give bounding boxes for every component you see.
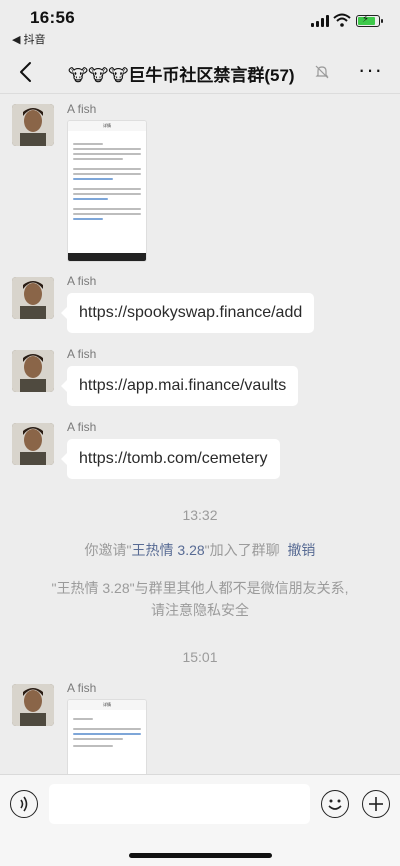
invitee-link[interactable]: 王热情 3.28 <box>132 542 205 558</box>
chat-title: 🐮🐮🐮巨牛币社区禁言群(57) <box>68 66 295 85</box>
privacy-line-2: 请注意隐私安全 <box>151 602 249 618</box>
screenshot-header: 详情 <box>68 121 146 131</box>
timestamp: 15:01 <box>182 649 218 665</box>
sender-name: A fish <box>67 347 97 361</box>
timestamp: 13:32 <box>182 507 218 523</box>
invite-prefix: 你邀请" <box>84 542 132 558</box>
status-bar: 16:56 ◀ 抖音 ⚡ <box>0 0 400 50</box>
signal-icon <box>311 15 329 27</box>
text-message-bubble[interactable]: https://tomb.com/cemetery <box>61 439 280 479</box>
voice-icon[interactable] <box>10 790 38 818</box>
system-notice-invite: 你邀请"王热情 3.28"加入了群聊 撤销 <box>0 540 400 560</box>
sender-name: A fish <box>67 274 97 288</box>
system-notice-privacy: "王热情 3.28"与群里其他人都不是微信朋友关系, 请注意隐私安全 <box>0 577 400 621</box>
revoke-link[interactable]: 撤销 <box>287 542 315 558</box>
image-message[interactable]: 详情 <box>67 699 147 774</box>
wifi-icon <box>333 13 351 27</box>
chat-header: 🐮🐮🐮巨牛币社区禁言群(57) ··· <box>0 50 400 94</box>
mute-bell-icon <box>315 65 329 79</box>
plus-icon[interactable] <box>362 790 390 818</box>
screenshot-header: 详情 <box>68 700 146 710</box>
sender-name: A fish <box>67 102 97 116</box>
text-message-bubble[interactable]: https://spookyswap.finance/add <box>60 293 315 333</box>
invite-suffix: "加入了群聊 <box>204 542 280 558</box>
input-bar <box>0 774 400 866</box>
avatar[interactable] <box>12 277 54 319</box>
emoji-icon[interactable] <box>321 790 349 818</box>
sender-name: A fish <box>67 681 97 695</box>
battery-icon: ⚡ <box>356 14 383 27</box>
avatar[interactable] <box>12 684 54 726</box>
more-icon[interactable]: ··· <box>358 59 383 81</box>
privacy-line-1: "王热情 3.28"与群里其他人都不是微信朋友关系, <box>51 580 349 596</box>
back-to-app-link[interactable]: ◀ 抖音 <box>12 31 46 47</box>
message-list[interactable]: A fish 详情 A fish https://spookyswap.fina… <box>0 94 400 774</box>
text-message-bubble[interactable]: https://app.mai.finance/vaults <box>60 366 299 406</box>
sender-name: A fish <box>67 420 97 434</box>
message-input[interactable] <box>49 784 310 824</box>
status-time: 16:56 <box>30 8 75 27</box>
image-message[interactable]: 详情 <box>67 120 147 262</box>
avatar[interactable] <box>12 350 54 392</box>
avatar[interactable] <box>12 104 54 146</box>
avatar[interactable] <box>12 423 54 465</box>
back-icon[interactable] <box>14 59 40 85</box>
home-indicator[interactable] <box>129 853 272 858</box>
